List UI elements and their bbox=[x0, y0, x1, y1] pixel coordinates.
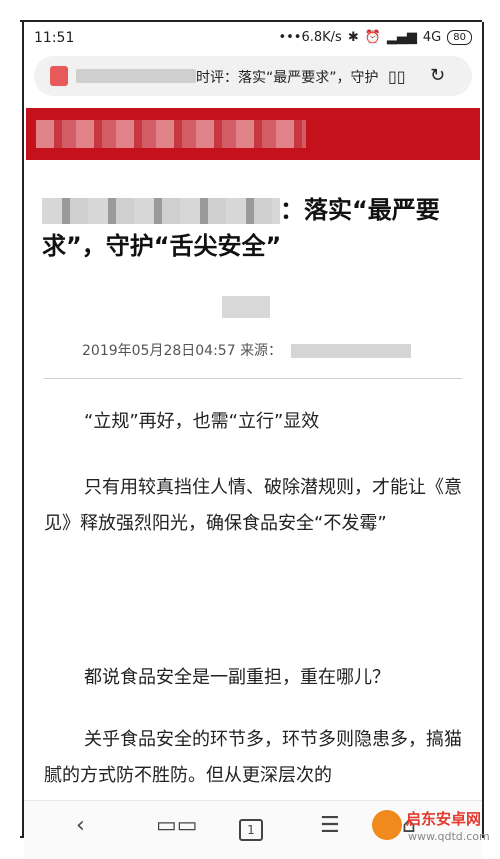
publish-date: 2019年05月28日04:57 bbox=[82, 343, 236, 359]
article-title: ：落实“最严要求”，守护“舌尖安全” bbox=[42, 192, 472, 264]
back-icon[interactable]: ‹ bbox=[76, 813, 85, 838]
site-favicon-icon bbox=[50, 66, 68, 86]
status-icons: •••6.8K/s ✱ ⏰ ▂▄▆ 4G 80 bbox=[278, 30, 472, 45]
page-title-in-address-bar[interactable]: 时评：落实“最严要求”，守护 bbox=[196, 67, 396, 87]
signal-label: 4G bbox=[422, 30, 442, 45]
status-bar: 11:51 •••6.8K/s ✱ ⏰ ▂▄▆ 4G 80 bbox=[24, 22, 482, 52]
alarm-icon: ⏰ bbox=[364, 30, 381, 45]
phone-screen: 11:51 •••6.8K/s ✱ ⏰ ▂▄▆ 4G 80 时评：落实“最严要求… bbox=[22, 22, 484, 859]
article-meta: 2019年05月28日04:57 来源： bbox=[82, 340, 411, 360]
blurred-site-name bbox=[76, 69, 196, 83]
bluetooth-icon: ✱ bbox=[347, 30, 359, 45]
watermark-url: www.qdtd.com bbox=[408, 830, 490, 843]
paragraph: 关乎食品安全的环节多，环节多则隐患多，搞猫腻的方式防不胜防。但从更深层次的 bbox=[44, 729, 462, 786]
blurred-source bbox=[290, 344, 411, 358]
paragraph: 只有用较真挡住人情、破除潜规则，才能让《意见》释放强烈阳光，确保食品安全“不发霉… bbox=[44, 477, 462, 534]
blurred-site-logo bbox=[36, 120, 306, 148]
site-header-banner bbox=[26, 108, 480, 160]
paragraph: “立规”再好，也需“立行”显效 bbox=[84, 411, 320, 432]
signal-icon: ▂▄▆ bbox=[386, 30, 417, 45]
tabs-button[interactable]: 1 bbox=[239, 819, 263, 841]
source-label: 来源： bbox=[240, 343, 283, 359]
paragraph: 都说食品安全是一副重担，重在哪儿？ bbox=[84, 667, 390, 688]
bookmarks-icon[interactable]: ▭▭ bbox=[156, 813, 198, 838]
watermark: 启东安卓网 www.qdtd.com bbox=[372, 802, 498, 852]
watermark-name: 启东安卓网 bbox=[406, 810, 482, 828]
network-speed: •••6.8K/s bbox=[278, 30, 342, 45]
battery-icon: 80 bbox=[447, 30, 472, 45]
refresh-icon[interactable]: ↻ bbox=[430, 65, 445, 86]
divider bbox=[44, 378, 462, 379]
status-time: 11:51 bbox=[34, 30, 75, 46]
watermark-logo-icon bbox=[372, 810, 402, 840]
blurred-title-prefix bbox=[42, 198, 280, 224]
blurred-author bbox=[222, 296, 270, 318]
reader-mode-icon[interactable]: ▯▯ bbox=[388, 67, 406, 86]
menu-icon[interactable]: ☰ bbox=[320, 813, 340, 838]
address-bar[interactable]: 时评：落实“最严要求”，守护 ▯▯ ↻ bbox=[34, 56, 472, 96]
